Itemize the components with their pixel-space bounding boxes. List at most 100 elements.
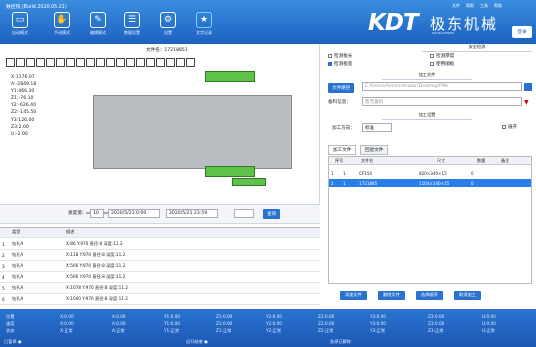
status-cell: Z2:0.00 <box>318 314 335 319</box>
monitor-icon: ▭ <box>12 12 28 28</box>
path-button[interactable]: 文件路径 <box>328 83 355 93</box>
clamp-bottom <box>205 166 255 177</box>
top-menu: 文件 帮助 工具 帮助 <box>446 3 502 9</box>
tab-back-files[interactable]: 回退文件 <box>360 145 389 155</box>
check-use[interactable]: 使用顺板 <box>430 61 454 67</box>
tab-log[interactable]: ★ 文字记录 <box>186 12 222 36</box>
status-cell: Z3:0.00 <box>428 314 445 319</box>
date-from[interactable]: 2020/5/21 0:00 <box>108 209 160 218</box>
line-icon[interactable] <box>26 58 35 67</box>
status-footer: 急停已解除 <box>330 339 351 344</box>
move-icon[interactable] <box>66 58 75 67</box>
check-width[interactable]: 检测板宽 <box>328 61 352 67</box>
table-row[interactable]: 1 钻孔A X:86 Y:970 直径:8 深度:11.2 <box>0 240 320 250</box>
pan-icon[interactable] <box>186 58 195 67</box>
tab-manual[interactable]: ✋ 手动模式 <box>44 12 80 36</box>
copy-icon[interactable] <box>76 58 85 67</box>
check-length[interactable]: 检测板长 <box>328 53 352 59</box>
status-cell: Z1:0.00 <box>216 314 233 319</box>
gear-icon: ⚙ <box>160 12 176 28</box>
delete-icon[interactable] <box>126 58 135 67</box>
zoom-out-icon[interactable] <box>166 58 175 67</box>
file-table-header: 序号 文件名 尺寸 数量 备注 <box>329 157 531 165</box>
filter-input[interactable] <box>234 209 254 218</box>
drawing-toolbar <box>6 58 195 67</box>
hand-icon: ✋ <box>54 12 70 28</box>
login-button[interactable]: 登录 <box>512 26 532 38</box>
menu-tools[interactable]: 工具 <box>480 3 488 8</box>
dir-select[interactable]: 标准 <box>362 123 392 132</box>
menu-help2[interactable]: 帮助 <box>494 3 502 8</box>
status-cell: Z1:0.00 <box>216 321 233 326</box>
zoom-in-icon[interactable] <box>156 58 165 67</box>
filter-icon[interactable]: ▼ <box>524 99 529 106</box>
rect-icon[interactable] <box>36 58 45 67</box>
fit-icon[interactable] <box>176 58 185 67</box>
note-input[interactable]: 暂无备料 <box>362 97 522 106</box>
note-label: 备料信息： <box>328 100 351 105</box>
status-cell: Y1:0.00 <box>164 314 180 319</box>
log-table: 类型 描述 1 钻孔A X:86 Y:970 直径:8 深度:11.2 2 钻孔A X:1… <box>0 227 320 309</box>
status-cell: Y2:0.00 <box>266 321 282 326</box>
undo-icon[interactable] <box>136 58 145 67</box>
arc-icon[interactable] <box>56 58 65 67</box>
status-cell: U:0.00 <box>482 314 496 319</box>
add-file-button[interactable]: 添加文件 <box>340 291 367 300</box>
delete-file-button[interactable]: 删除文件 <box>378 291 405 300</box>
expand-check[interactable]: 展开 <box>502 124 517 130</box>
star-icon: ★ <box>196 12 212 28</box>
tab-edit[interactable]: ✎ 编辑模式 <box>80 12 116 36</box>
date-to[interactable]: 2020/5/21 23:59 <box>166 209 218 218</box>
brand-en: KDTMACHINERY <box>432 31 455 35</box>
status-cell: Y3:正常 <box>370 328 386 333</box>
menu-file[interactable]: 文件 <box>452 3 460 8</box>
status-bar: 位置 X:0.00 A:0.00 Y1:0.00 Z1:0.00 Y2:0.00 Z2:0.… <box>0 309 536 347</box>
speed-input[interactable]: 10 <box>90 209 104 218</box>
path-input[interactable]: C:/Users/Administrator/Desktop/FMs <box>362 82 522 91</box>
table-row[interactable]: 2 钻孔A X:118 Y:970 直径:8 深度:11.2 <box>0 251 320 261</box>
table-row[interactable]: 3 钻孔A X:566 Y:970 直径:8 深度:11.2 <box>0 262 320 272</box>
check-thick[interactable]: 检测厚度 <box>430 53 454 59</box>
order-button[interactable]: 选择顺序 <box>416 291 443 300</box>
table-row[interactable]: 1 1 CF154 820×340×15 0 <box>329 169 531 177</box>
status-cell: 状态 <box>6 328 15 333</box>
status-cell: A:0.00 <box>112 314 126 319</box>
menu-help[interactable]: 帮助 <box>466 3 474 8</box>
redo-icon[interactable] <box>146 58 155 67</box>
status-footer: 已暂停 ● <box>4 339 22 344</box>
setting-title: 加工设置 <box>382 112 472 120</box>
cut-icon[interactable] <box>86 58 95 67</box>
tab-auto[interactable]: ▭ 自动模式 <box>2 12 38 36</box>
edit-icon: ✎ <box>90 12 106 28</box>
circle-icon[interactable] <box>46 58 55 67</box>
paste-icon[interactable] <box>96 58 105 67</box>
clamp-bottom-2 <box>232 178 266 186</box>
open-icon[interactable] <box>16 58 25 67</box>
table-row-selected[interactable]: 2 1 1721885 1164×340×15 0 <box>329 179 531 187</box>
dir-label: 加工方向： <box>332 126 355 131</box>
table-row[interactable]: 6 钻孔A X:1040 Y:970 直径:8 深度:11.2 <box>0 295 320 305</box>
query-button[interactable]: 查询 <box>263 209 281 219</box>
table-row[interactable]: 5 钻孔A X:1078 Y:970 直径:8 深度:11.2 <box>0 284 320 294</box>
status-footer: 运行结束 ● <box>186 339 208 344</box>
clamp-top <box>205 71 255 82</box>
mirror-icon[interactable] <box>106 58 115 67</box>
tab-process-files[interactable]: 加工文件 <box>328 145 357 155</box>
browse-button[interactable] <box>524 83 532 91</box>
status-cell: Y1:0.00 <box>164 321 180 326</box>
cancel-button[interactable]: 取消加工 <box>454 291 481 300</box>
coordinate-readout: X:1176.07 A:-2849.18 Y1:466.30 Z1:-76.10 Y2:… <box>11 75 37 137</box>
status-cell: Z3:正常 <box>428 328 444 333</box>
file-table: 序号 文件名 尺寸 数量 备注 1 1 CF154 820×340×15 0 2 1 1721885… <box>328 156 532 284</box>
list-icon: ☰ <box>124 12 140 28</box>
status-cell: Y2:正常 <box>266 328 282 333</box>
status-cell: Z2:0.00 <box>318 321 335 326</box>
status-cell: Z1:正常 <box>216 328 232 333</box>
tab-settings[interactable]: ⚙ 设置 <box>150 12 186 36</box>
save-icon[interactable] <box>6 58 15 67</box>
safety-title: 安全检测 <box>422 44 532 52</box>
rotate-icon[interactable] <box>116 58 125 67</box>
status-cell: Z2:正常 <box>318 328 334 333</box>
tab-data[interactable]: ☰ 数据设置 <box>114 12 150 36</box>
table-row[interactable]: 4 钻孔A X:566 Y:970 直径:8 深度:11.2 <box>0 273 320 283</box>
